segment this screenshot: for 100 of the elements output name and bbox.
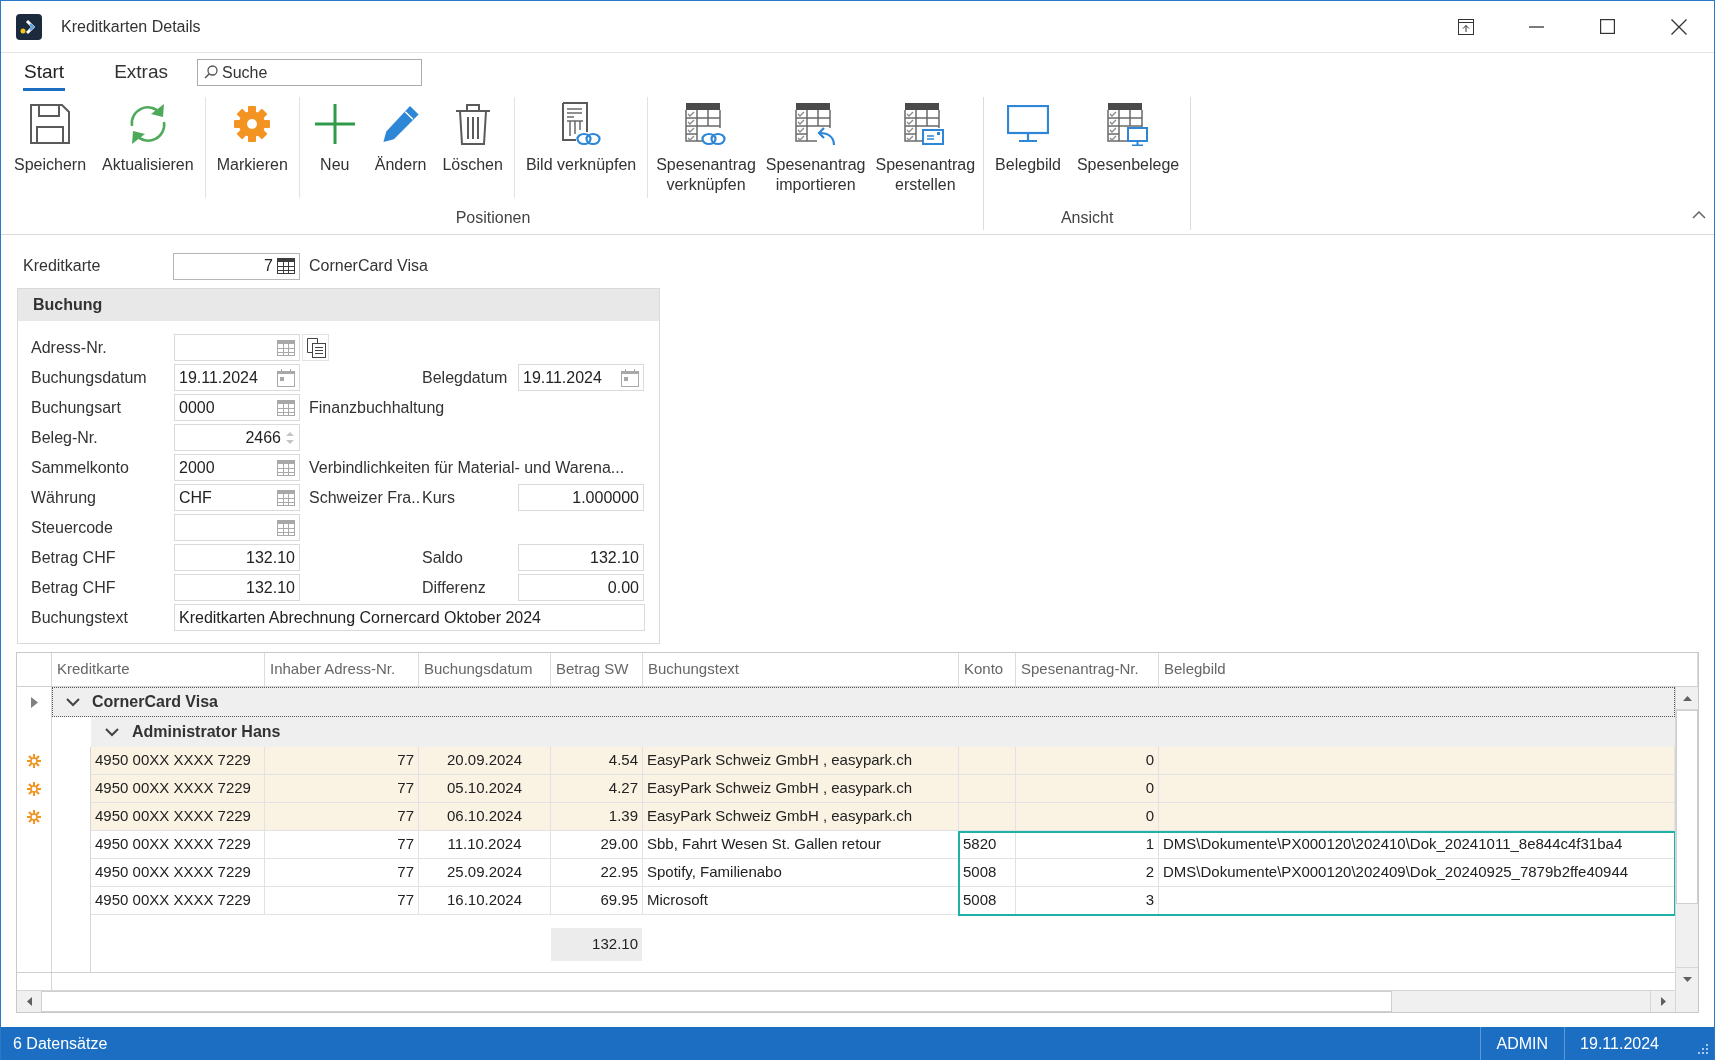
input-field[interactable]: 132.10: [174, 544, 300, 571]
table-cell: 77: [265, 747, 419, 775]
table-cell: 77: [265, 887, 419, 915]
ribbon-button[interactable]: Belegbild: [987, 101, 1069, 175]
chevron-down-icon[interactable]: [66, 697, 80, 707]
scroll-up-arrow-icon: [1682, 695, 1692, 701]
column-header[interactable]: Spesenantrag-Nr.: [1016, 653, 1159, 686]
status-date: 19.11.2024: [1564, 1027, 1674, 1060]
input-field[interactable]: 132.10: [518, 544, 644, 571]
ribbon-button[interactable]: Ändern: [366, 101, 435, 175]
ribbon-button[interactable]: Bild verknüpfen: [517, 101, 645, 175]
ribbon-tab[interactable]: Extras: [113, 57, 169, 91]
scroll-right-arrow-icon: [1660, 997, 1666, 1006]
address-action-button[interactable]: [302, 334, 329, 361]
input-field[interactable]: 0000: [174, 394, 300, 421]
table-cell: 20.09.2024: [419, 747, 551, 775]
group-row[interactable]: Administrator Hans: [91, 717, 1675, 747]
table-cell: 11.10.2024: [419, 831, 551, 859]
column-header[interactable]: Betrag SW: [551, 653, 643, 686]
ribbon-button[interactable]: Spesenantrag importieren: [760, 101, 871, 195]
asterisk-icon: [26, 753, 42, 769]
app-logo-icon: [16, 13, 42, 40]
table-cell: 77: [265, 803, 419, 831]
horizontal-scrollbar[interactable]: [17, 990, 1675, 1012]
maximize-icon: [1600, 19, 1615, 34]
column-header[interactable]: Konto: [959, 653, 1016, 686]
ribbon-tab[interactable]: Start: [23, 57, 66, 91]
table-cell: 77: [265, 831, 419, 859]
gear-icon: [234, 106, 271, 142]
scrollbar-thumb[interactable]: [1676, 710, 1698, 904]
ribbon-button[interactable]: Spesenantrag erstellen: [870, 101, 981, 195]
input-field[interactable]: 0.00: [518, 574, 644, 601]
ribbon-button[interactable]: Aktualisieren: [94, 101, 202, 175]
table-cell: [959, 803, 1016, 831]
table-cell: EasyPark Schweiz GmbH , easypark.ch: [643, 747, 959, 775]
table-cell: [959, 775, 1016, 803]
up-down-arrows-icon[interactable]: [285, 429, 295, 446]
field-label: Buchungsdatum: [31, 367, 148, 388]
column-header[interactable]: Belegbild: [1159, 653, 1698, 686]
triangle-right-icon: [30, 696, 38, 708]
ribbon-button[interactable]: Markieren: [208, 101, 296, 175]
ribbon-group-label: Positionen: [454, 208, 532, 228]
ribbon-button[interactable]: Spesenbelege: [1068, 101, 1188, 175]
table-cell: 2: [1016, 859, 1159, 887]
field-label: Buchungstext: [31, 607, 129, 628]
window-title: Kreditkarten Details: [61, 16, 201, 37]
monitor-icon: [1007, 105, 1049, 143]
column-header[interactable]: Kreditkarte: [52, 653, 265, 686]
table-cell: 77: [265, 859, 419, 887]
vertical-scrollbar[interactable]: [1675, 687, 1698, 1012]
table-cell: 0: [1016, 775, 1159, 803]
table-cell: EasyPark Schweiz GmbH , easypark.ch: [643, 803, 959, 831]
chevron-down-icon[interactable]: [105, 727, 119, 737]
scrollbar-thumb[interactable]: [41, 991, 1392, 1012]
input-field[interactable]: [174, 514, 300, 541]
column-header[interactable]: Inhaber Adress-Nr.: [265, 653, 419, 686]
table-cell: 29.00: [551, 831, 643, 859]
table-cell: 06.10.2024: [419, 803, 551, 831]
grid-icon[interactable]: [277, 258, 295, 274]
panel-header: Buchung: [18, 289, 659, 321]
ribbon-button[interactable]: Neu: [302, 101, 367, 175]
column-header[interactable]: Buchungstext: [643, 653, 959, 686]
pencil-icon: [381, 105, 420, 143]
field-label: Währung: [31, 487, 97, 508]
input-field[interactable]: [174, 334, 300, 361]
table-cell: 4950 00XX XXXX 7229: [91, 887, 265, 915]
column-header[interactable]: Buchungsdatum: [419, 653, 551, 686]
input-field[interactable]: 2466: [174, 424, 300, 451]
ribbon-button[interactable]: Speichern: [6, 101, 95, 175]
input-field[interactable]: Kreditkarten Abrechnung Cornercard Oktober 2024: [174, 604, 645, 631]
document-link-icon: [560, 102, 603, 146]
input-field[interactable]: 132.10: [174, 574, 300, 601]
table-cell: 4.54: [551, 747, 643, 775]
input-field[interactable]: 19.11.2024: [518, 364, 644, 391]
table-cell: 1.39: [551, 803, 643, 831]
field-description: Finanzbuchhaltung: [309, 397, 445, 418]
table-monitor-icon: [1106, 102, 1151, 146]
input-field[interactable]: CHF: [174, 484, 300, 511]
input-field[interactable]: 19.11.2024: [174, 364, 300, 391]
group-row[interactable]: CornerCard Visa: [52, 687, 1675, 717]
table-link-icon: [684, 102, 728, 146]
input-field[interactable]: 1.000000: [518, 484, 644, 511]
field-label: Steuercode: [31, 517, 114, 538]
ribbon-button[interactable]: Spesenantrag verknüpfen: [651, 101, 761, 195]
scroll-left-arrow-icon: [26, 997, 32, 1006]
field-label: Betrag CHF: [31, 547, 117, 568]
calendar-icon[interactable]: [277, 368, 295, 387]
input-field[interactable]: 2000: [174, 454, 300, 481]
calendar-icon[interactable]: [621, 368, 639, 387]
ribbon-group-label: Ansicht: [1059, 208, 1115, 228]
table-cell: 0: [1016, 747, 1159, 775]
field-description: Verbindlichkeiten für Material- und Warena...: [309, 457, 625, 478]
search-field[interactable]: Suche: [197, 59, 422, 86]
field-label: Adress-Nr.: [31, 337, 108, 358]
search-icon: [204, 65, 218, 79]
group-label: Administrator Hans: [132, 722, 281, 742]
ribbon-button[interactable]: Löschen: [434, 101, 511, 175]
field-label: Betrag CHF: [31, 577, 117, 598]
table-cell: 05.10.2024: [419, 775, 551, 803]
input-field[interactable]: 7: [173, 252, 300, 280]
